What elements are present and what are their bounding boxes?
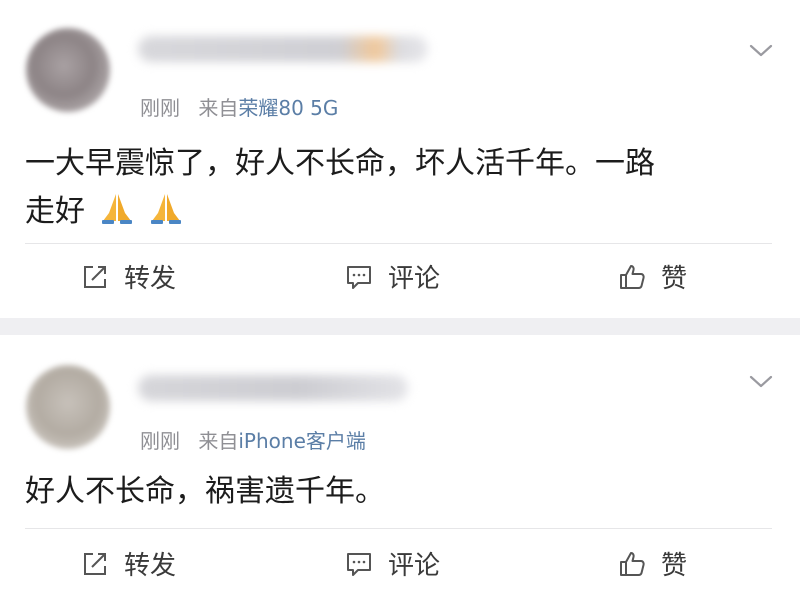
content-line: 好人不长命，祸害遗千年。 bbox=[25, 474, 385, 509]
content-line: 走好 bbox=[25, 188, 770, 236]
action-bar: 转发 评论 赞 bbox=[0, 533, 800, 593]
repost-label: 转发 bbox=[124, 264, 177, 294]
post-card: 刚刚 来自荣耀80 5G 一大早震惊了，好人不长命，坏人活千年。一路 走好 转发… bbox=[0, 0, 800, 318]
like-button[interactable]: 赞 bbox=[617, 545, 687, 582]
divider bbox=[25, 243, 772, 244]
comment-button[interactable]: 评论 bbox=[344, 545, 440, 582]
post-content: 一大早震惊了，好人不长命，坏人活千年。一路 走好 bbox=[25, 140, 770, 236]
avatar[interactable] bbox=[26, 28, 110, 112]
content-line: 一大早震惊了，好人不长命，坏人活千年。一路 bbox=[25, 146, 655, 181]
thumbs-up-icon bbox=[620, 551, 645, 576]
from-label: 来自 bbox=[198, 96, 239, 120]
from-label: 来自 bbox=[198, 429, 239, 453]
comment-icon bbox=[347, 265, 371, 289]
post-source[interactable]: 荣耀80 5G bbox=[238, 96, 338, 120]
folded-hands-icon bbox=[101, 194, 132, 224]
post-time: 刚刚 bbox=[140, 96, 180, 120]
avatar[interactable] bbox=[26, 365, 110, 449]
repost-button[interactable]: 转发 bbox=[80, 258, 176, 295]
like-label: 赞 bbox=[661, 264, 688, 294]
divider bbox=[25, 528, 772, 529]
post-content: 好人不长命，祸害遗千年。 bbox=[25, 468, 770, 516]
comment-label: 评论 bbox=[388, 264, 441, 294]
thumbs-up-icon bbox=[620, 264, 645, 289]
comment-icon bbox=[347, 552, 371, 576]
comment-label: 评论 bbox=[388, 551, 441, 581]
repost-icon bbox=[84, 552, 106, 575]
post-meta: 刚刚 来自荣耀80 5G bbox=[140, 92, 338, 121]
post-card: 刚刚 来自iPhone客户端 好人不长命，祸害遗千年。 转发 评论 赞 bbox=[0, 335, 800, 595]
post-source[interactable]: iPhone客户端 bbox=[238, 429, 366, 453]
repost-label: 转发 bbox=[124, 551, 177, 581]
post-time: 刚刚 bbox=[140, 429, 180, 453]
username-blurred[interactable] bbox=[138, 375, 408, 401]
post-meta: 刚刚 来自iPhone客户端 bbox=[140, 425, 366, 454]
post-separator bbox=[0, 318, 800, 335]
folded-hands-icon bbox=[151, 194, 182, 224]
content-text: 走好 bbox=[25, 194, 85, 229]
chevron-down-icon[interactable] bbox=[748, 371, 774, 391]
username-blurred[interactable] bbox=[138, 36, 428, 62]
comment-button[interactable]: 评论 bbox=[344, 258, 440, 295]
like-label: 赞 bbox=[661, 551, 688, 581]
chevron-down-icon[interactable] bbox=[748, 40, 774, 60]
action-bar: 转发 评论 赞 bbox=[0, 246, 800, 306]
repost-button[interactable]: 转发 bbox=[80, 545, 176, 582]
repost-icon bbox=[84, 265, 106, 288]
like-button[interactable]: 赞 bbox=[617, 258, 687, 295]
